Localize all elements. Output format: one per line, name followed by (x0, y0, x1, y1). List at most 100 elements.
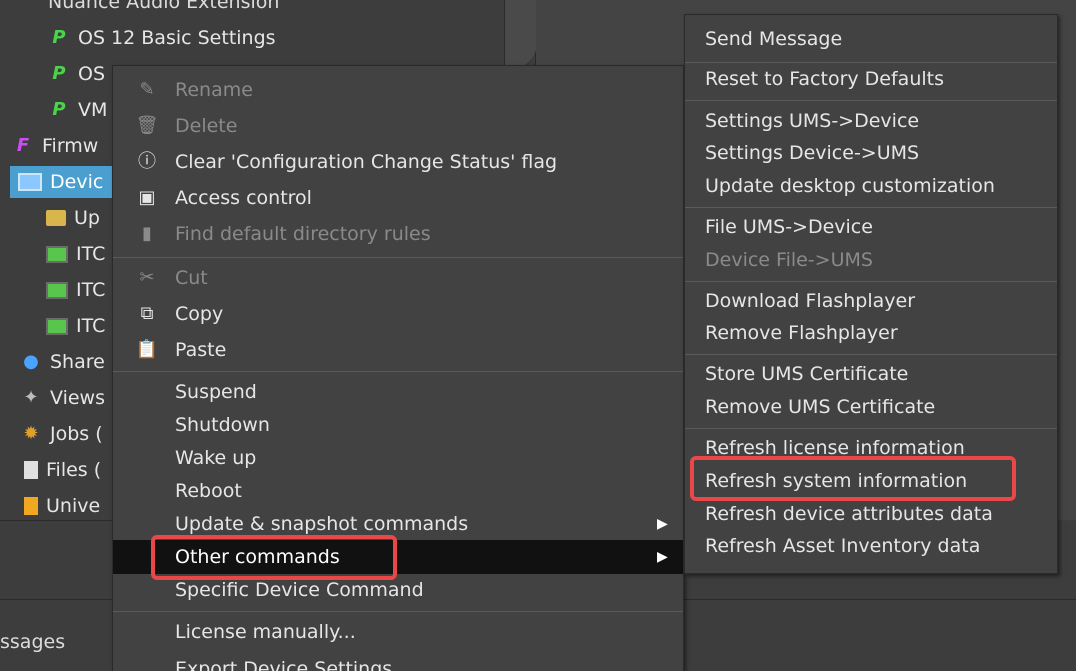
tree-item-vm[interactable]: P VM (48, 94, 107, 126)
tree-item-universal[interactable]: Unive (24, 490, 100, 522)
submenu-item-remove-cert[interactable]: Remove UMS Certificate (685, 391, 1057, 423)
menu-item-label: Access control (175, 187, 312, 209)
submenu-item-remove-flash[interactable]: Remove Flashplayer (685, 317, 1057, 349)
screen: Nuance Audio Extension P OS 12 Basic Set… (0, 0, 1081, 671)
profile-icon: P (52, 99, 66, 120)
scissors-icon: ✂ (139, 267, 155, 288)
submenu-separator (685, 354, 1057, 355)
tree-item-label: Up (74, 207, 100, 229)
submenu-item-label: Remove UMS Certificate (705, 396, 936, 418)
menu-item-reboot[interactable]: Reboot (113, 474, 683, 508)
menu-separator (113, 257, 683, 258)
menu-item-label: Update & snapshot commands (175, 513, 469, 535)
tree-item-cut-top[interactable]: Nuance Audio Extension (48, 0, 279, 18)
profile-icon: P (52, 63, 66, 84)
tree-item-os[interactable]: P OS (48, 58, 105, 90)
submenu-item-label: Refresh device attributes data (705, 503, 993, 525)
rules-icon: ▮ (142, 223, 152, 244)
submenu-item-refresh-asset[interactable]: Refresh Asset Inventory data (685, 530, 1057, 562)
submenu-item-device-file-ums[interactable]: Device File->UMS (685, 244, 1057, 276)
clipboard-icon: 📋 (135, 339, 159, 360)
menu-item-wake-up[interactable]: Wake up (113, 441, 683, 475)
submenu-item-label: Settings Device->UMS (705, 142, 920, 164)
tree-item-itc-2[interactable]: ITC (46, 274, 105, 306)
menu-item-label: License manually... (175, 621, 356, 643)
submenu-item-store-cert[interactable]: Store UMS Certificate (685, 358, 1057, 390)
menu-item-cut[interactable]: ✂ Cut (113, 261, 683, 295)
submenu-item-file-ums-device[interactable]: File UMS->Device (685, 211, 1057, 243)
copy-icon: ⧉ (140, 303, 154, 324)
tree-item-label: Devic (50, 171, 104, 193)
submenu-item-label: Device File->UMS (705, 249, 873, 271)
menu-item-export-settings[interactable]: Export Device Settings (113, 652, 683, 671)
menu-item-paste[interactable]: 📋 Paste (113, 333, 683, 367)
tree-item-label: VM (78, 99, 108, 121)
submenu-item-label: Update desktop customization (705, 175, 995, 197)
profile-icon: P (52, 27, 66, 48)
menu-item-delete[interactable]: 🗑 Delete (113, 109, 683, 143)
submenu-separator (685, 100, 1057, 101)
menu-item-label: Copy (175, 303, 224, 325)
tree-item-views[interactable]: ✦ Views (20, 382, 105, 414)
tree-item-label: Views (50, 387, 105, 409)
menu-item-license-manually[interactable]: License manually... (113, 615, 683, 649)
pencil-icon: ✎ (139, 79, 155, 100)
submenu-item-send-message[interactable]: Send Message (685, 23, 1057, 55)
submenu-item-label: File UMS->Device (705, 216, 873, 238)
tree-item-os12-basic[interactable]: P OS 12 Basic Settings (48, 22, 275, 54)
monitor-icon (46, 245, 68, 263)
menu-item-label: Export Device Settings (175, 658, 393, 671)
submenu-item-label: Download Flashplayer (705, 290, 916, 312)
info-icon: ⓘ (138, 151, 156, 172)
tree-item-label: OS (78, 63, 106, 85)
menu-separator (113, 611, 683, 612)
tree-item-itc-1[interactable]: ITC (46, 238, 105, 270)
right-border (1076, 0, 1081, 671)
menu-item-copy[interactable]: ⧉ Copy (113, 297, 683, 331)
submenu-item-update-desktop[interactable]: Update desktop customization (685, 170, 1057, 202)
menu-item-label: Wake up (175, 447, 257, 469)
menu-item-rename[interactable]: ✎ Rename (113, 73, 683, 107)
menu-item-label: Rename (175, 79, 253, 101)
submenu-separator (685, 207, 1057, 208)
submenu-item-label: Settings UMS->Device (705, 110, 920, 132)
messages-tab[interactable]: ssages (0, 631, 65, 653)
submenu-item-reset-factory[interactable]: Reset to Factory Defaults (685, 63, 1057, 95)
submenu-arrow-icon: ▶ (657, 549, 668, 565)
submenu-item-refresh-attributes[interactable]: Refresh device attributes data (685, 498, 1057, 530)
user-icon: ● (23, 351, 39, 372)
menu-item-label: Find default directory rules (175, 223, 431, 245)
id-card-icon: ▣ (138, 187, 156, 208)
tree-item-itc-3[interactable]: ITC (46, 310, 105, 342)
menu-item-find-rules[interactable]: ▮ Find default directory rules (113, 217, 683, 251)
menu-item-label: Paste (175, 339, 227, 361)
submenu-item-download-flash[interactable]: Download Flashplayer (685, 285, 1057, 317)
tree-item-devices[interactable]: Devic (10, 166, 122, 198)
menu-separator (113, 371, 683, 372)
tree-item-firmware[interactable]: F Firmw (12, 130, 99, 162)
tree-item-update-folder[interactable]: Up (46, 202, 100, 234)
tree-item-shared[interactable]: ● Share (20, 346, 105, 378)
submenu-item-settings-device-ums[interactable]: Settings Device->UMS (685, 137, 1057, 169)
universal-icon (24, 497, 38, 515)
device-icon (18, 173, 42, 191)
file-icon (24, 461, 38, 479)
menu-item-shutdown[interactable]: Shutdown (113, 408, 683, 442)
annotation-refresh-system (690, 456, 1016, 501)
submenu-item-settings-ums-device[interactable]: Settings UMS->Device (685, 105, 1057, 137)
tree-item-jobs[interactable]: ✹ Jobs ( (20, 418, 102, 450)
tree-item-label: Nuance Audio Extension (48, 0, 280, 13)
tree-item-label: ITC (76, 279, 106, 301)
menu-item-clear-flag[interactable]: ⓘ Clear 'Configuration Change Status' fl… (113, 145, 683, 179)
tree-item-files[interactable]: Files ( (24, 454, 101, 486)
jobs-icon: ✹ (23, 423, 39, 444)
firmware-icon: F (16, 135, 30, 156)
menu-item-suspend[interactable]: Suspend (113, 375, 683, 409)
monitor-icon (46, 317, 68, 335)
menu-item-label: Specific Device Command (175, 579, 424, 601)
submenu-arrow-icon: ▶ (657, 516, 668, 532)
views-icon: ✦ (23, 387, 39, 408)
submenu-item-label: Remove Flashplayer (705, 322, 898, 344)
menu-item-access-control[interactable]: ▣ Access control (113, 181, 683, 215)
menu-item-label: Cut (175, 267, 208, 289)
